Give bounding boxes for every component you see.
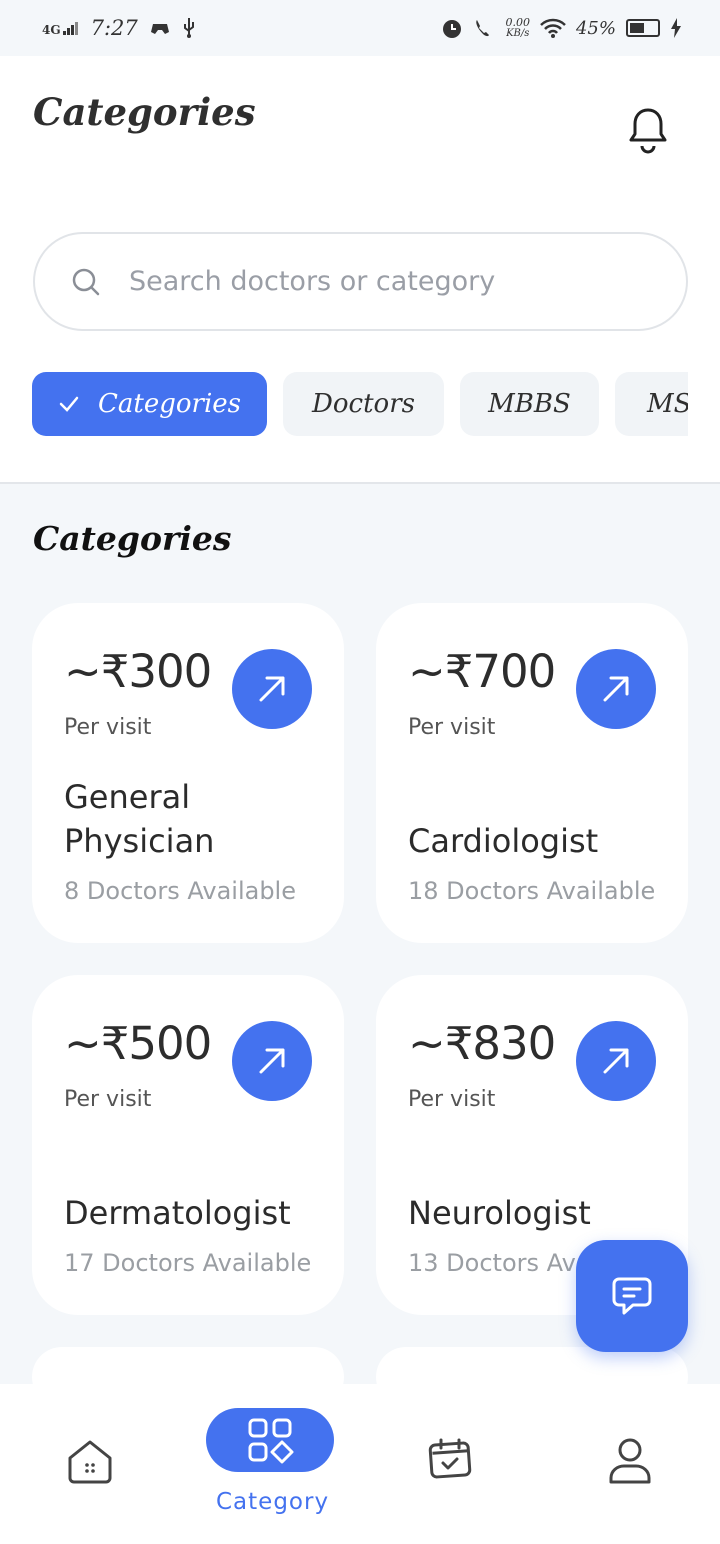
search-placeholder: Search doctors or category bbox=[129, 266, 496, 297]
battery-icon bbox=[626, 19, 660, 37]
home-icon bbox=[68, 1440, 112, 1484]
net-speed-unit: KB/s bbox=[506, 28, 530, 39]
nav-category-label[interactable]: Category bbox=[216, 1489, 329, 1515]
bell-icon bbox=[629, 108, 667, 154]
check-icon bbox=[59, 396, 79, 412]
signal-icon: 4G bbox=[42, 21, 79, 37]
card-price: ~₹830 bbox=[408, 1017, 556, 1070]
category-card-general-physician[interactable]: ~₹300 Per visit General Physician 8 Doct… bbox=[32, 603, 344, 943]
card-availability: 8 Doctors Available bbox=[64, 877, 296, 905]
card-per-visit: Per visit bbox=[64, 715, 152, 740]
bottom-nav: Category bbox=[0, 1384, 720, 1544]
charging-icon bbox=[671, 18, 681, 38]
chip-label: Doctors bbox=[312, 389, 415, 419]
nav-category[interactable] bbox=[206, 1408, 334, 1472]
chat-button[interactable] bbox=[576, 1240, 688, 1352]
chat-icon bbox=[612, 1277, 652, 1315]
open-category-button[interactable] bbox=[232, 1021, 312, 1101]
card-per-visit: Per visit bbox=[408, 1087, 496, 1112]
alarm-icon bbox=[443, 20, 462, 38]
category-card-cardiologist[interactable]: ~₹700 Per visit Cardiologist 18 Doctors … bbox=[376, 603, 688, 943]
section-title: Categories bbox=[33, 519, 232, 558]
network-label: 4G bbox=[42, 23, 61, 37]
category-card-dermatologist[interactable]: ~₹500 Per visit Dermatologist 17 Doctors… bbox=[32, 975, 344, 1315]
chip-ms[interactable]: MS bbox=[615, 372, 688, 436]
card-per-visit: Per visit bbox=[408, 715, 496, 740]
header: Categories Search doctors or category Ca… bbox=[0, 56, 720, 484]
clock: 7:27 bbox=[90, 16, 138, 40]
card-per-visit: Per visit bbox=[64, 1087, 152, 1112]
arrow-up-right-icon bbox=[603, 1048, 629, 1074]
wifi-icon bbox=[540, 18, 566, 38]
filter-chips: Categories Doctors MBBS MS bbox=[32, 372, 688, 436]
search-input[interactable]: Search doctors or category bbox=[33, 232, 688, 331]
open-category-button[interactable] bbox=[576, 1021, 656, 1101]
net-speed-value: 0.00 bbox=[505, 16, 530, 29]
profile-icon bbox=[609, 1438, 651, 1484]
category-icon bbox=[248, 1418, 294, 1464]
arrow-up-right-icon bbox=[259, 1048, 285, 1074]
open-category-button[interactable] bbox=[232, 649, 312, 729]
chip-mbbs[interactable]: MBBS bbox=[460, 372, 599, 436]
nav-home[interactable] bbox=[0, 1384, 180, 1544]
nav-appointments[interactable] bbox=[360, 1384, 540, 1544]
battery-percent: 45% bbox=[575, 17, 616, 39]
game-controller-icon bbox=[150, 24, 169, 34]
card-price: ~₹700 bbox=[408, 645, 556, 698]
open-category-button[interactable] bbox=[576, 649, 656, 729]
card-availability: 17 Doctors Available bbox=[64, 1249, 312, 1277]
page-title: Categories bbox=[33, 90, 256, 134]
card-category-name: Cardiologist bbox=[408, 822, 599, 860]
notification-button[interactable] bbox=[626, 104, 670, 156]
chip-label: Categories bbox=[98, 389, 241, 419]
arrow-up-right-icon bbox=[259, 676, 285, 702]
usb-icon bbox=[183, 18, 194, 38]
chip-categories[interactable]: Categories bbox=[32, 372, 267, 436]
card-category-name: Dermatologist bbox=[64, 1194, 291, 1232]
card-category-name: General Physician bbox=[64, 778, 215, 860]
card-price: ~₹300 bbox=[64, 645, 212, 698]
search-icon bbox=[72, 268, 100, 295]
calendar-icon bbox=[428, 1438, 472, 1479]
arrow-up-right-icon bbox=[603, 676, 629, 702]
wifi-call-icon bbox=[476, 20, 490, 37]
chip-label: MBBS bbox=[488, 389, 571, 419]
card-price: ~₹500 bbox=[64, 1017, 212, 1070]
chip-label: MS bbox=[647, 389, 688, 419]
card-availability: 18 Doctors Available bbox=[408, 877, 656, 905]
card-category-name: Neurologist bbox=[408, 1194, 591, 1232]
nav-profile[interactable] bbox=[540, 1384, 720, 1544]
chip-doctors[interactable]: Doctors bbox=[283, 372, 444, 436]
status-bar: 4G 7:27 0.00 KB/s 45% bbox=[0, 0, 720, 56]
